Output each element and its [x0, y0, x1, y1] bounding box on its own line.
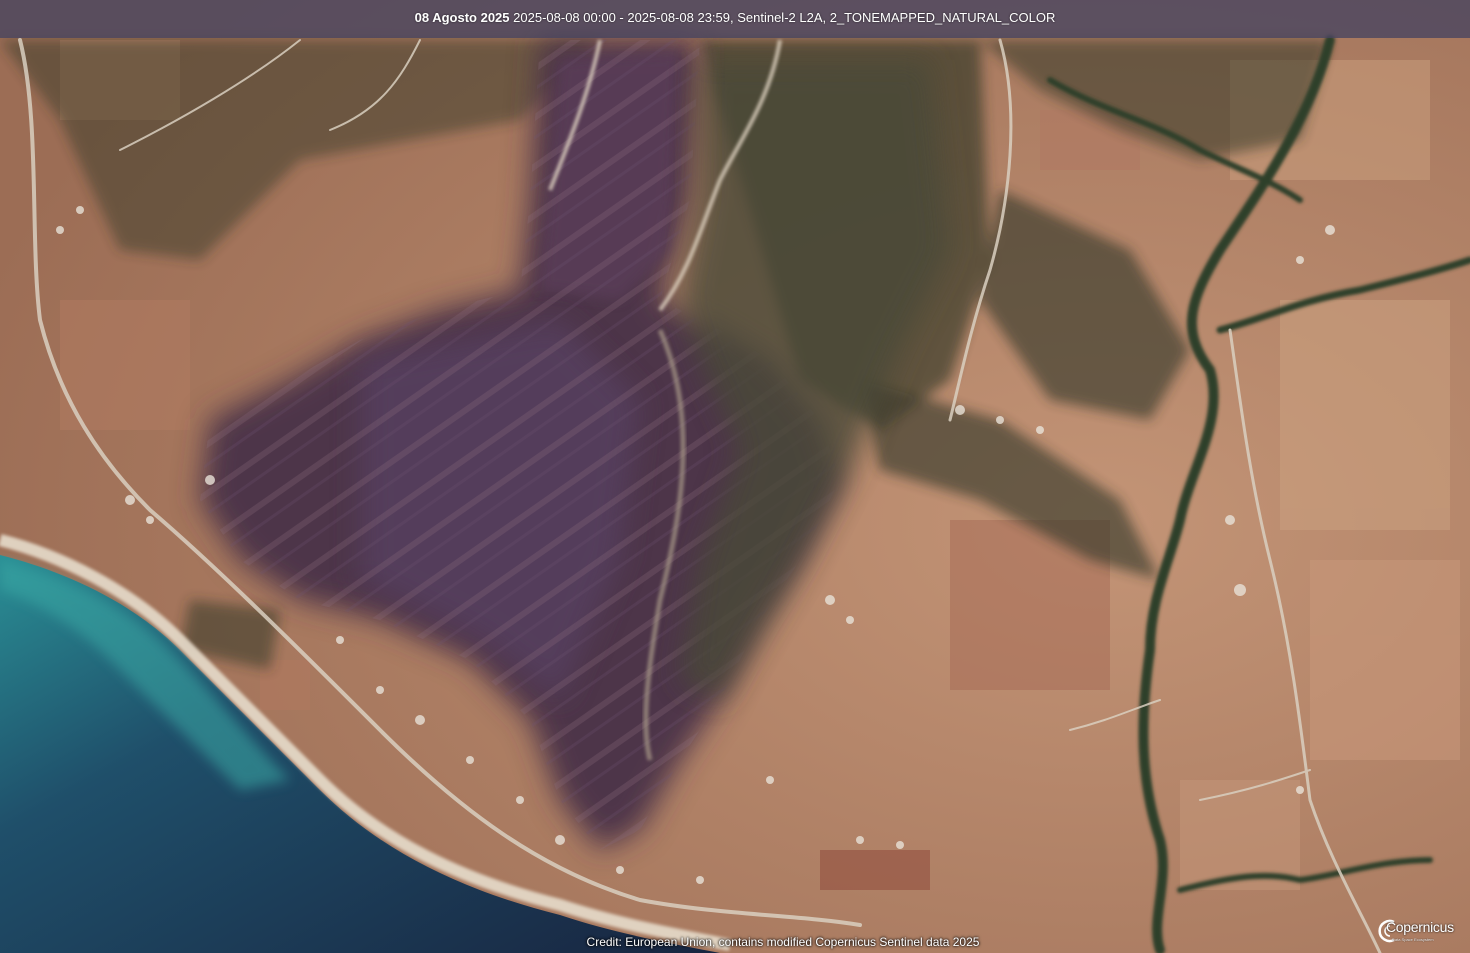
satellite-viewer: 08 Agosto 2025 2025-08-08 00:00 - 2025-0… — [0, 0, 1470, 953]
copernicus-logo: Copernicus Data Space Ecosystem — [1374, 917, 1454, 947]
logo-subtext: Data Space Ecosystem — [1392, 937, 1434, 942]
date-label: 08 Agosto 2025 — [414, 10, 510, 25]
attribution-credit: Credit: European Union, contains modifie… — [586, 935, 980, 949]
image-info-header: 08 Agosto 2025 2025-08-08 00:00 - 2025-0… — [0, 0, 1470, 38]
satellite-image — [0, 0, 1470, 953]
logo-text: Copernicus — [1386, 919, 1454, 935]
acquisition-details: 2025-08-08 00:00 - 2025-08-08 23:59, Sen… — [513, 10, 1056, 25]
